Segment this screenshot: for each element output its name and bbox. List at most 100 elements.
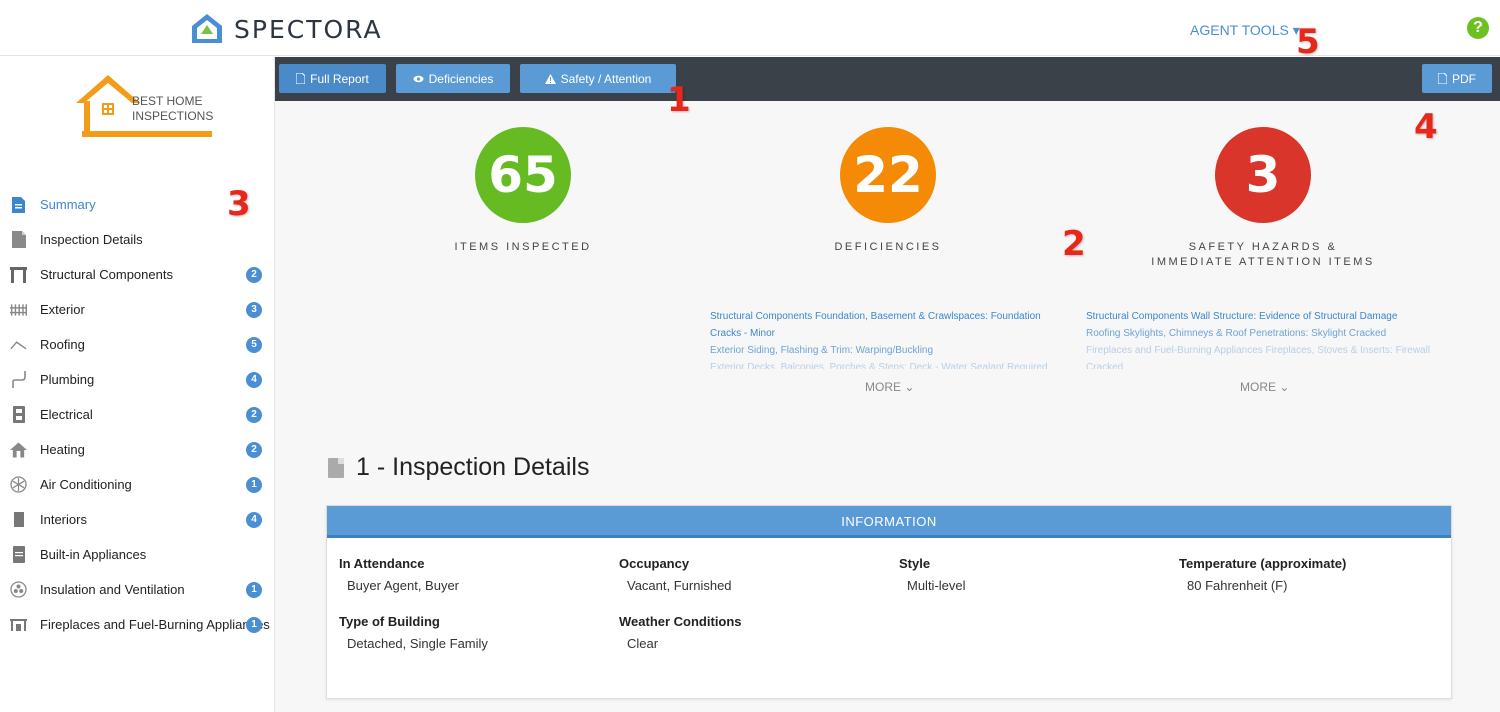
- agent-tools-dropdown[interactable]: AGENT TOOLS ▾: [1190, 22, 1300, 39]
- sidebar-item-label: Insulation and Ventilation: [40, 582, 185, 597]
- items-inspected-label: ITEMS INSPECTED: [454, 241, 592, 253]
- field-key: Type of Building: [339, 614, 440, 629]
- spectora-logo-icon: [192, 14, 222, 43]
- safety-item[interactable]: Fireplaces and Fuel-Burning Appliances F…: [1086, 342, 1431, 369]
- electrical-panel-icon: [10, 406, 27, 423]
- count-badge: 5: [246, 337, 262, 353]
- sidebar-item-label: Structural Components: [40, 267, 173, 282]
- pipe-icon: [10, 371, 27, 388]
- info-field-type-of-building: Type of Building Detached, Single Family: [339, 614, 488, 651]
- sidebar-item-label: Built-in Appliances: [40, 547, 147, 562]
- field-value: Detached, Single Family: [347, 636, 488, 651]
- more-label: MORE: [865, 380, 901, 394]
- safety-hazards-stat[interactable]: 3 SAFETY HAZARDS & IMMEDIATE ATTENTION I…: [1113, 127, 1413, 270]
- safety-attention-label: Safety / Attention: [560, 71, 652, 86]
- sidebar-item-label: Plumbing: [40, 372, 95, 387]
- count-badge: 3: [246, 302, 262, 318]
- file-icon: [10, 231, 27, 248]
- safety-attention-button[interactable]: Safety / Attention: [520, 64, 676, 93]
- count-badge: 1: [246, 617, 262, 633]
- sidebar-item-electrical[interactable]: Electrical 2: [0, 397, 275, 432]
- pdf-button[interactable]: PDF: [1422, 64, 1492, 93]
- info-field-weather: Weather Conditions Clear: [619, 614, 742, 651]
- deficiency-item[interactable]: Exterior Siding, Flashing & Trim: Warpin…: [710, 342, 1072, 359]
- field-value: Buyer Agent, Buyer: [347, 578, 460, 593]
- count-badge: 1: [246, 582, 262, 598]
- help-icon[interactable]: ?: [1467, 17, 1489, 39]
- sidebar-item-label: Interiors: [40, 512, 87, 527]
- sidebar-item-label: Summary: [40, 197, 96, 212]
- sidebar-item-built-in-appliances[interactable]: Built-in Appliances: [0, 537, 275, 572]
- field-value: Multi-level: [907, 578, 966, 593]
- pdf-icon: [1438, 73, 1447, 84]
- callout-5: 5: [1296, 22, 1320, 62]
- count-badge: 1: [246, 477, 262, 493]
- count-badge: 2: [246, 442, 262, 458]
- info-field-occupancy: Occupancy Vacant, Furnished: [619, 556, 732, 593]
- sidebar-item-label: Inspection Details: [40, 232, 143, 247]
- safety-list: Structural Components Wall Structure: Ev…: [1086, 308, 1431, 369]
- information-header: INFORMATION: [327, 506, 1451, 538]
- sidebar-item-label: Electrical: [40, 407, 93, 422]
- field-key: Occupancy: [619, 556, 690, 571]
- sidebar-item-air-conditioning[interactable]: Air Conditioning 1: [0, 467, 275, 502]
- spectora-brand[interactable]: SPECTORA: [190, 12, 383, 46]
- sidebar-item-interiors[interactable]: Interiors 4: [0, 502, 275, 537]
- deficiency-item[interactable]: Structural Components Foundation, Baseme…: [710, 308, 1072, 342]
- callout-2: 2: [1062, 224, 1086, 264]
- top-bar: SPECTORA AGENT TOOLS ▾ ?: [0, 0, 1500, 56]
- sidebar-item-label: Heating: [40, 442, 85, 457]
- deficiencies-button[interactable]: Deficiencies: [396, 64, 510, 93]
- field-key: Weather Conditions: [619, 614, 742, 629]
- callout-1: 1: [667, 80, 691, 120]
- report-toolbar: Full Report Deficiencies Safety / Attent…: [275, 57, 1500, 101]
- deficiencies-more-link[interactable]: MORE ⌄: [865, 380, 914, 394]
- sidebar-item-fireplaces[interactable]: Fireplaces and Fuel-Burning Appliances 1: [0, 607, 275, 642]
- info-field-in-attendance: In Attendance Buyer Agent, Buyer: [339, 556, 459, 593]
- count-badge: 4: [246, 372, 262, 388]
- deficiencies-count: 22: [840, 127, 936, 223]
- field-value: 80 Fahrenheit (F): [1187, 578, 1288, 593]
- sidebar-nav: Summary Inspection Details Structural Co…: [0, 187, 275, 642]
- field-value: Vacant, Furnished: [627, 578, 732, 593]
- section-title: 1 - Inspection Details: [356, 453, 590, 481]
- sidebar-item-inspection-details[interactable]: Inspection Details: [0, 222, 275, 257]
- deficiency-item[interactable]: Exterior Decks, Balconies, Porches & Ste…: [710, 359, 1072, 369]
- report-main: 65 ITEMS INSPECTED 22 DEFICIENCIES 3 SAF…: [275, 101, 1500, 712]
- file-icon: [296, 73, 306, 84]
- roof-icon: [10, 336, 27, 353]
- more-label: MORE: [1240, 380, 1276, 394]
- sidebar-item-plumbing[interactable]: Plumbing 4: [0, 362, 275, 397]
- company-logo-line2: INSPECTIONS: [132, 109, 213, 123]
- field-key: In Attendance: [339, 556, 425, 571]
- chevron-down-icon: ⌄: [904, 380, 915, 394]
- info-field-style: Style Multi-level: [899, 556, 966, 593]
- door-icon: [10, 511, 27, 528]
- sidebar-item-insulation-ventilation[interactable]: Insulation and Ventilation 1: [0, 572, 275, 607]
- fan-icon: [10, 581, 27, 598]
- count-badge: 2: [246, 267, 262, 283]
- full-report-button[interactable]: Full Report: [279, 64, 386, 93]
- items-inspected-count: 65: [475, 127, 571, 223]
- information-card: INFORMATION In Attendance Buyer Agent, B…: [326, 505, 1452, 699]
- info-field-temperature: Temperature (approximate) 80 Fahrenheit …: [1179, 556, 1346, 593]
- deficiencies-label: Deficiencies: [428, 71, 494, 86]
- deficiencies-stat[interactable]: 22 DEFICIENCIES: [788, 127, 988, 255]
- warning-icon: [544, 73, 556, 84]
- brand-name: SPECTORA: [234, 14, 383, 44]
- sidebar-item-exterior[interactable]: Exterior 3: [0, 292, 275, 327]
- sidebar-item-label: Air Conditioning: [40, 477, 132, 492]
- sidebar-item-roofing[interactable]: Roofing 5: [0, 327, 275, 362]
- sidebar-item-heating[interactable]: Heating 2: [0, 432, 275, 467]
- fireplace-icon: [10, 616, 27, 633]
- sidebar-item-label: Fireplaces and Fuel-Burning Appliances: [40, 617, 270, 632]
- safety-more-link[interactable]: MORE ⌄: [1240, 380, 1289, 394]
- safety-item[interactable]: Roofing Skylights, Chimneys & Roof Penet…: [1086, 325, 1431, 342]
- columns-icon: [10, 266, 27, 283]
- field-key: Style: [899, 556, 931, 571]
- sidebar-item-structural-components[interactable]: Structural Components 2: [0, 257, 275, 292]
- safety-item[interactable]: Structural Components Wall Structure: Ev…: [1086, 308, 1431, 325]
- sidebar: BEST HOME INSPECTIONS Summary Inspection…: [0, 57, 275, 712]
- items-inspected-stat: 65 ITEMS INSPECTED: [423, 127, 623, 255]
- sidebar-item-label: Exterior: [40, 302, 85, 317]
